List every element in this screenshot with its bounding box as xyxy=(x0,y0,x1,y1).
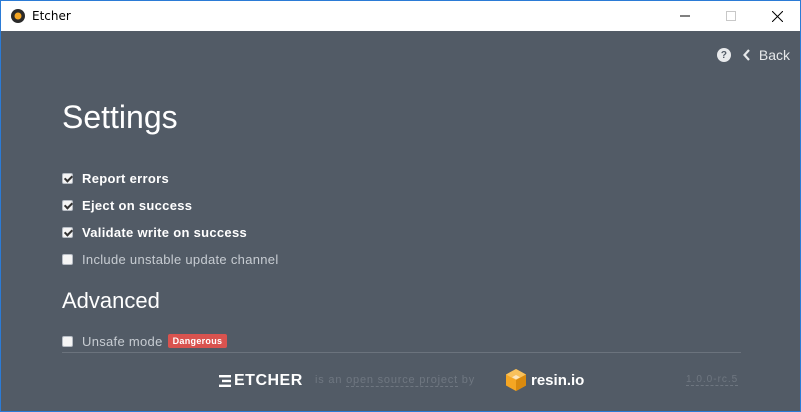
top-navigation: ? Back xyxy=(716,47,790,63)
option-label: Eject on success xyxy=(82,197,193,213)
etcher-app-icon xyxy=(11,9,25,23)
page-title: Settings xyxy=(62,99,178,135)
option-label: Unsafe mode xyxy=(82,333,163,349)
option-unsafe-mode[interactable]: Unsafe mode Dangerous xyxy=(62,333,228,349)
eject-on-success-checkbox[interactable] xyxy=(62,199,73,211)
dangerous-badge: Dangerous xyxy=(167,334,228,348)
close-button[interactable] xyxy=(754,1,800,31)
option-unstable-channel[interactable]: Include unstable update channel xyxy=(62,251,279,267)
footer-tagline: is an open source project by xyxy=(315,374,476,387)
help-icon[interactable]: ? xyxy=(716,48,731,62)
tagline-prefix: is an xyxy=(315,374,343,386)
option-validate-write[interactable]: Validate write on success xyxy=(62,224,247,240)
title-bar[interactable]: Etcher xyxy=(1,1,800,31)
window-title: Etcher xyxy=(32,9,71,23)
resin-cube-icon xyxy=(506,369,526,391)
unsafe-mode-checkbox[interactable] xyxy=(62,335,73,347)
option-label: Include unstable update channel xyxy=(82,251,279,267)
etcher-logo[interactable]: ETCHER xyxy=(219,372,303,390)
close-icon xyxy=(771,10,783,22)
option-label: Validate write on success xyxy=(82,224,248,240)
back-button[interactable]: Back xyxy=(742,47,790,63)
open-source-link[interactable]: open source project xyxy=(346,374,458,387)
settings-page: ? Back Settings Report errors Eject on s… xyxy=(1,31,800,411)
app-window: Etcher ? Back Settings Report errors Eje… xyxy=(0,0,801,412)
footer-divider xyxy=(62,352,741,353)
minimize-icon xyxy=(680,15,690,17)
footer: ETCHER is an open source project by resi… xyxy=(1,367,800,397)
resin-brand-text: resin.io xyxy=(531,371,585,389)
chevron-left-icon xyxy=(742,49,750,61)
option-label: Report errors xyxy=(82,170,169,186)
maximize-icon xyxy=(726,11,736,21)
minimize-button[interactable] xyxy=(662,1,708,31)
tagline-suffix: by xyxy=(461,374,476,386)
etcher-brand-text: ETCHER xyxy=(234,372,303,389)
version-link[interactable]: 1.0.0-rc.5 xyxy=(686,374,739,386)
unstable-channel-checkbox[interactable] xyxy=(62,253,73,265)
etcher-logo-icon xyxy=(219,375,231,387)
option-report-errors[interactable]: Report errors xyxy=(62,170,169,186)
back-label: Back xyxy=(758,47,790,63)
report-errors-checkbox[interactable] xyxy=(62,172,73,184)
advanced-section-title: Advanced xyxy=(62,288,160,313)
resin-logo[interactable]: resin.io xyxy=(506,369,584,391)
maximize-button[interactable] xyxy=(708,1,754,31)
validate-write-checkbox[interactable] xyxy=(62,226,73,238)
option-eject-on-success[interactable]: Eject on success xyxy=(62,197,192,213)
